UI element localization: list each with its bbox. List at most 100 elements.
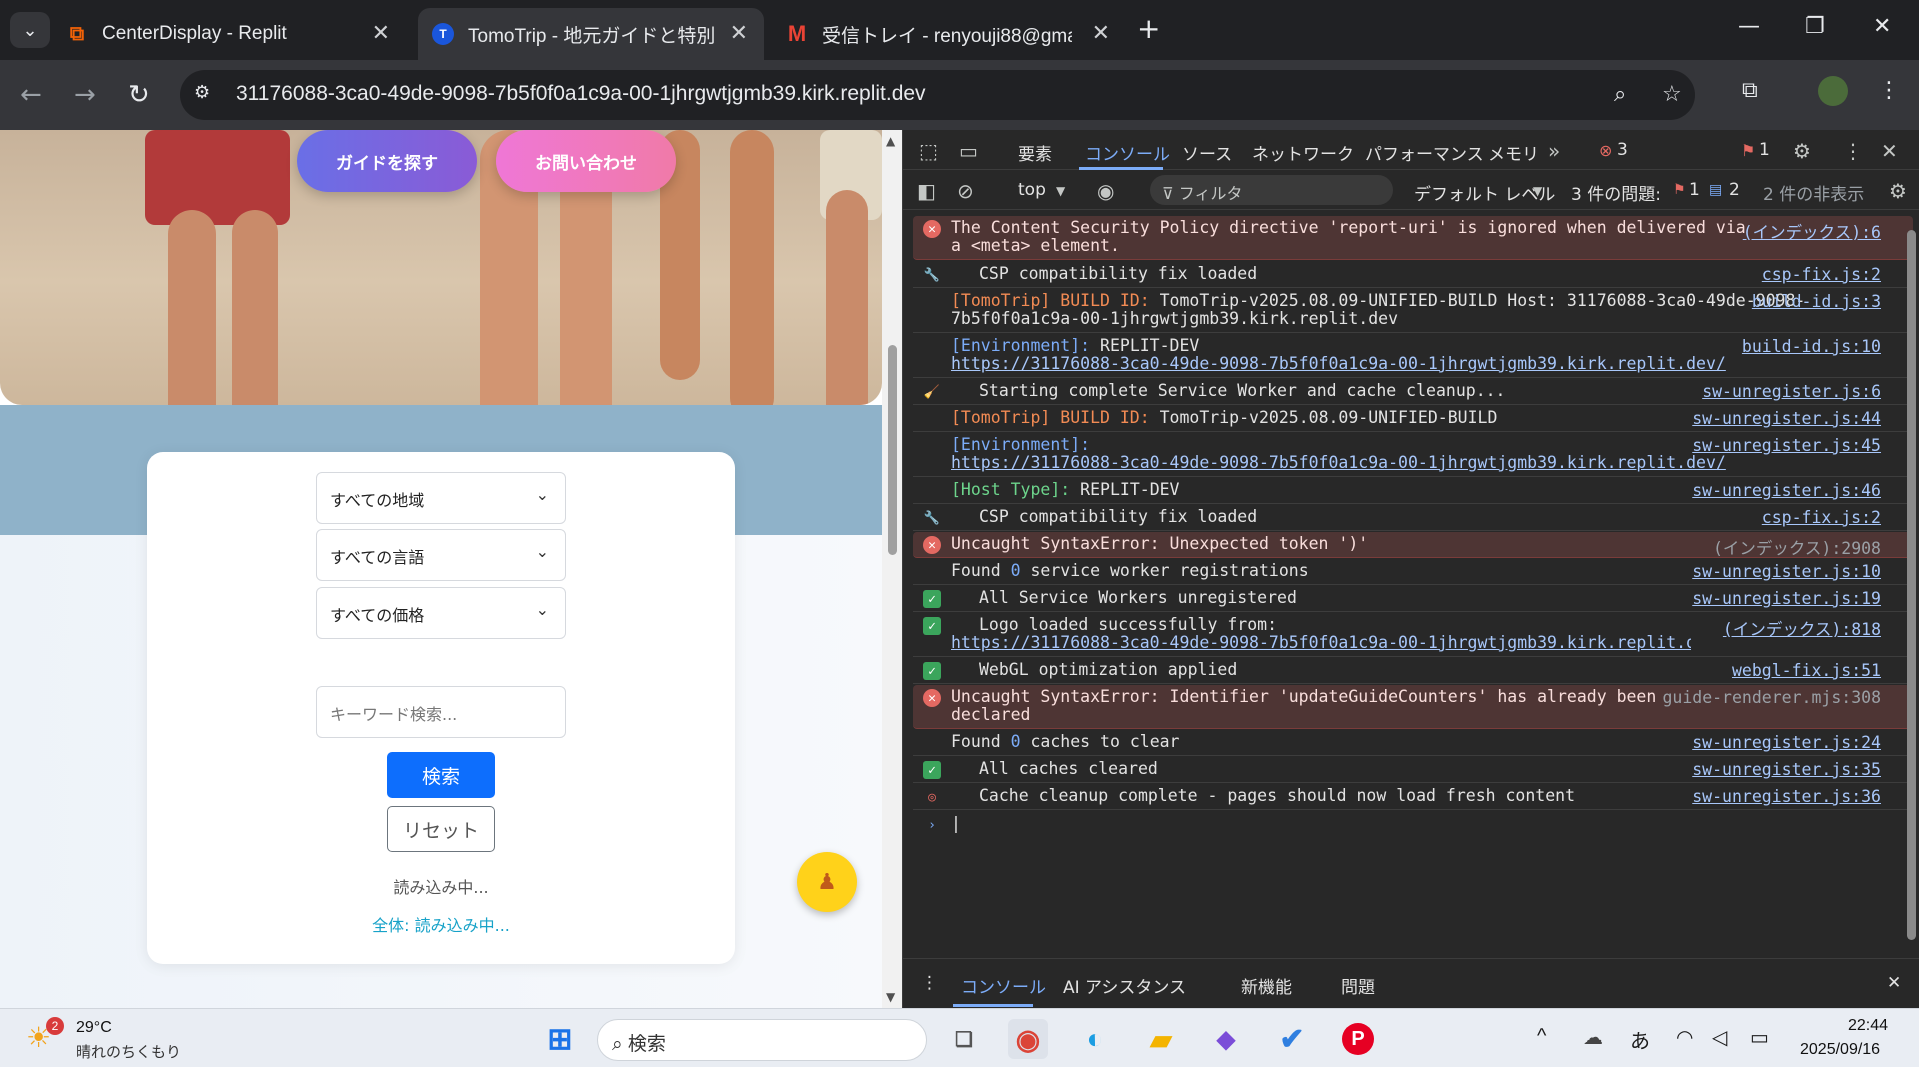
issues-info-count[interactable]: 2 [1729, 180, 1740, 200]
source-link[interactable]: build-id.js:3 [1752, 292, 1881, 311]
volume-icon[interactable]: ◁ [1712, 1025, 1727, 1050]
file-explorer-button[interactable]: ▰ [1141, 1019, 1181, 1059]
drawer-tab-issues[interactable]: 問題 [1341, 973, 1375, 998]
issues-label[interactable]: 3 件の問題: [1571, 180, 1661, 205]
tab-memory[interactable]: メモリ [1488, 140, 1539, 165]
source-link[interactable]: sw-unregister.js:44 [1692, 409, 1881, 428]
close-tab-icon[interactable]: ✕ [1092, 20, 1110, 46]
site-info-icon[interactable]: ⚙ [194, 82, 222, 108]
task-view-button[interactable]: ❏ [944, 1019, 984, 1059]
tab-tomotrip[interactable]: T TomoTrip - 地元ガイドと特別な旅 ✕ [418, 8, 764, 60]
settings-gear-icon[interactable]: ⚙ [1793, 139, 1811, 163]
url-text[interactable]: 31176088-3ca0-49de-9098-7b5f0f0a1c9a-00-… [236, 82, 926, 106]
onedrive-icon[interactable]: ☁ [1583, 1025, 1603, 1050]
chrome-taskbar-button[interactable]: ◉ [1008, 1019, 1048, 1059]
source-link[interactable]: sw-unregister.js:35 [1692, 760, 1881, 779]
source-link[interactable]: sw-unregister.js:24 [1692, 733, 1881, 752]
drawer-tab-console[interactable]: コンソール [961, 973, 1046, 998]
source-link[interactable]: sw-unregister.js:6 [1702, 382, 1881, 401]
tab-elements[interactable]: 要素 [1018, 140, 1052, 165]
source-link[interactable]: (インデックス):2908 [1713, 535, 1881, 559]
close-tab-icon[interactable]: ✕ [730, 20, 748, 46]
pinterest-button[interactable]: P [1338, 1019, 1378, 1059]
device-toolbar-icon[interactable]: ▭ [959, 139, 978, 163]
console-prompt[interactable]: › | [913, 812, 1913, 838]
prompt-cursor[interactable]: | [951, 815, 1541, 833]
keyword-search-input[interactable]: キーワード検索... [316, 686, 566, 738]
close-window-icon[interactable]: ✕ [1873, 14, 1891, 39]
console-settings-icon[interactable]: ⚙ [1889, 179, 1907, 203]
taskbar-search[interactable]: ⌕ 検索 [597, 1019, 927, 1061]
profile-avatar[interactable] [1818, 76, 1848, 106]
context-select[interactable]: top [1018, 180, 1046, 200]
bookmark-star-icon[interactable]: ☆ [1662, 82, 1682, 107]
todo-button[interactable]: ✔ [1272, 1019, 1312, 1059]
contact-button[interactable]: お問い合わせ [496, 130, 676, 192]
source-link[interactable]: sw-unregister.js:45 [1692, 436, 1881, 455]
more-tabs-icon[interactable]: » [1548, 139, 1560, 163]
source-link[interactable]: sw-unregister.js:10 [1692, 562, 1881, 581]
source-link[interactable]: guide-renderer.mjs:308 [1662, 688, 1881, 707]
source-link[interactable]: (インデックス):818 [1723, 616, 1881, 640]
wifi-icon[interactable]: ◠ [1676, 1025, 1693, 1050]
tab-replit[interactable]: ⧉ CenterDisplay - Replit ✕ [66, 8, 406, 60]
back-icon[interactable]: ← [20, 80, 42, 110]
scrollbar-thumb[interactable] [888, 345, 897, 555]
tab-sources[interactable]: ソース [1182, 140, 1232, 165]
weather-widget[interactable]: ☀ 2 29°C 晴れのちくもり [26, 1017, 186, 1061]
region-select[interactable]: すべての地域 ⌄ [316, 472, 566, 524]
ime-indicator[interactable]: あ [1630, 1025, 1650, 1054]
drawer-menu-icon[interactable]: ⋮ [921, 973, 938, 993]
scroll-up-icon[interactable]: ▲ [886, 134, 895, 148]
clock-date[interactable]: 2025/09/16 [1800, 1041, 1880, 1059]
url-link[interactable]: https://31176088-3ca0-49de-9098-7b5f0f0a… [951, 634, 1691, 652]
forward-icon[interactable]: → [74, 80, 96, 110]
source-link[interactable]: csp-fix.js:2 [1762, 265, 1881, 284]
reset-button[interactable]: リセット [387, 806, 495, 852]
live-expression-eye-icon[interactable]: ◉ [1097, 179, 1114, 203]
issue-flag-icon[interactable]: ⚑ [1741, 141, 1755, 160]
scroll-down-icon[interactable]: ▼ [886, 990, 895, 1004]
tab-gmail[interactable]: M 受信トレイ - renyouji88@gmail.c ✕ [786, 8, 1126, 60]
error-count[interactable]: 3 [1617, 140, 1628, 160]
source-link[interactable]: webgl-fix.js:51 [1732, 661, 1881, 680]
source-link[interactable]: sw-unregister.js:36 [1692, 787, 1881, 806]
url-link[interactable]: https://31176088-3ca0-49de-9098-7b5f0f0a… [951, 354, 1726, 373]
restore-icon[interactable]: ❐ [1805, 14, 1825, 39]
start-button[interactable]: ⊞ [540, 1019, 580, 1059]
find-guide-button[interactable]: ガイドを探す [297, 130, 477, 192]
edge-taskbar-button[interactable]: ◐ [1075, 1019, 1115, 1059]
drawer-tab-whats-new[interactable]: 新機能 [1241, 973, 1292, 998]
address-bar[interactable]: ⚙ 31176088-3ca0-49de-9098-7b5f0f0a1c9a-0… [180, 70, 1695, 120]
inspect-element-icon[interactable]: ⬚ [919, 139, 938, 163]
source-link[interactable]: csp-fix.js:2 [1762, 508, 1881, 527]
menu-icon[interactable]: ⋮ [1878, 78, 1900, 103]
source-link[interactable]: sw-unregister.js:19 [1692, 589, 1881, 608]
tab-performance[interactable]: パフォーマンス [1365, 140, 1484, 165]
url-link[interactable]: https://31176088-3ca0-49de-9098-7b5f0f0a… [951, 453, 1726, 472]
search-button[interactable]: 検索 [387, 752, 495, 798]
close-devtools-icon[interactable]: ✕ [1881, 139, 1898, 163]
show-hidden-icons-icon[interactable]: ^ [1537, 1025, 1546, 1048]
zoom-icon[interactable]: ⌕ [1614, 82, 1626, 107]
extensions-icon[interactable]: ⧉ [1742, 78, 1758, 103]
tab-console[interactable]: コンソール [1085, 140, 1170, 165]
drawer-tab-ai-assistance[interactable]: AI アシスタンス [1063, 973, 1186, 998]
page-scrollbar[interactable]: ▲ ▼ [882, 130, 902, 1008]
console-filter-input[interactable]: ⊽ フィルタ [1150, 175, 1393, 205]
reload-icon[interactable]: ↻ [128, 80, 150, 110]
clear-console-icon[interactable]: ⊘ [957, 179, 974, 203]
sidebar-toggle-icon[interactable]: ◧ [917, 179, 936, 203]
price-select[interactable]: すべての価格 ⌄ [316, 587, 566, 639]
minimize-icon[interactable]: — [1738, 14, 1760, 39]
tab-search-button[interactable]: ⌄ [10, 12, 50, 48]
source-link[interactable]: (インデックス):6 [1743, 219, 1881, 243]
close-drawer-icon[interactable]: ✕ [1887, 973, 1901, 993]
guide-assistant-button[interactable]: ♟ [797, 852, 857, 912]
error-count-icon[interactable]: ⊗ [1599, 141, 1612, 160]
source-link[interactable]: sw-unregister.js:46 [1692, 481, 1881, 500]
close-tab-icon[interactable]: ✕ [372, 20, 390, 46]
m365-button[interactable]: ◆ [1206, 1019, 1246, 1059]
language-select[interactable]: すべての言語 ⌄ [316, 529, 566, 581]
issues-error-count[interactable]: 1 [1689, 180, 1700, 200]
